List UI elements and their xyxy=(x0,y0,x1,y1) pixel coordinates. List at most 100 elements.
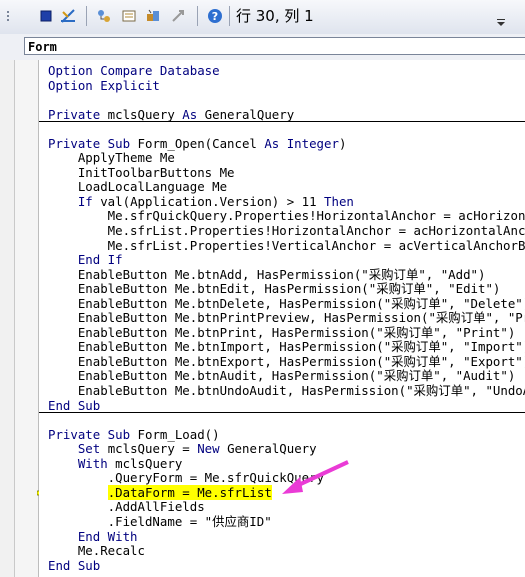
code-line[interactable]: Me.Recalc xyxy=(48,543,525,559)
toolbox-icon[interactable] xyxy=(170,8,186,24)
code-line[interactable]: EnableButton Me.btnImport, HasPermission… xyxy=(48,340,525,355)
stop-icon[interactable] xyxy=(38,8,54,24)
code-text: ) xyxy=(338,135,347,151)
toolbar: ? 行 30, 列 1 xyxy=(0,0,525,35)
code-text: GeneralQuery xyxy=(197,106,295,122)
code-line[interactable]: EnableButton Me.btnExport, HasPermission… xyxy=(48,353,525,370)
toolbar-separator xyxy=(197,6,198,26)
code-line[interactable]: EnableButton Me.btnAdd, HasPermission("采… xyxy=(48,266,525,283)
code-text: EnableButton Me.btnImport, HasPermission… xyxy=(48,339,525,355)
svg-text:?: ? xyxy=(212,10,218,23)
code-line[interactable]: End With xyxy=(48,528,525,545)
code-line[interactable]: End Sub xyxy=(48,557,525,574)
code-line[interactable]: .AddAllFields xyxy=(48,500,525,515)
code-keyword: End Sub xyxy=(48,557,101,573)
code-text: EnableButton Me.btnPrint, HasPermission(… xyxy=(48,324,516,340)
code-line[interactable]: EnableButton Me.btnEdit, HasPermission("… xyxy=(48,281,525,297)
code-line[interactable]: LoadLocalLanguage Me xyxy=(48,180,525,195)
code-keyword: End With xyxy=(77,528,138,544)
code-line[interactable]: InitToolbarButtons Me xyxy=(48,164,525,181)
code-text: Me.sfrList.Properties!HorizontalAnchor =… xyxy=(48,223,525,239)
code-line[interactable]: EnableButton Me.btnDelete, HasPermission… xyxy=(48,295,525,312)
code-text: .FieldName = "供应商ID" xyxy=(48,513,272,529)
code-keyword: As xyxy=(182,106,198,122)
code-line[interactable]: ApplyTheme Me xyxy=(48,151,525,166)
code-text: Form_Load() xyxy=(130,426,220,442)
code-text: EnableButton Me.btnAdd, HasPermission("采… xyxy=(48,266,486,282)
code-line[interactable] xyxy=(48,93,525,108)
code-text: .DataForm = Me.sfrList xyxy=(107,484,272,500)
margin-indicator-bar[interactable] xyxy=(15,60,49,577)
code-keyword: Option Compare Database xyxy=(48,63,220,78)
code-text: Me.sfrQuickQuery.Properties!HorizontalAn… xyxy=(107,208,525,224)
code-text: InitToolbarButtons Me xyxy=(48,164,235,180)
code-text: Me.Recalc xyxy=(48,543,145,559)
cursor-position-status: 行 30, 列 1 xyxy=(236,7,314,25)
code-keyword: End If xyxy=(77,252,123,268)
toolbar-options-dropdown[interactable] xyxy=(492,4,510,28)
object-combo[interactable]: Form xyxy=(24,37,525,55)
code-text: mclsQuery = xyxy=(100,441,198,457)
code-text: EnableButton Me.btnExport, HasPermission… xyxy=(48,353,525,369)
object-browser-icon[interactable] xyxy=(145,8,161,24)
code-line[interactable]: EnableButton Me.btnUndoAudit, HasPermiss… xyxy=(48,383,525,399)
code-text: Form_Open(Cancel xyxy=(130,135,265,151)
code-line[interactable]: .FieldName = "供应商ID" xyxy=(48,513,525,530)
toolbar-separator xyxy=(86,6,87,26)
code-line[interactable] xyxy=(48,122,525,137)
code-text: val(Application.Version) > 11 xyxy=(92,193,325,209)
code-line[interactable]: Me.sfrList.Properties!VerticalAnchor = a… xyxy=(48,237,525,254)
code-line[interactable]: If val(Application.Version) > 11 Then xyxy=(48,193,525,210)
code-line[interactable]: End Sub xyxy=(39,397,525,414)
code-keyword: With xyxy=(77,455,108,471)
code-keyword: If xyxy=(77,193,93,209)
help-icon[interactable]: ? xyxy=(207,8,223,24)
window-edge xyxy=(0,60,15,577)
code-line[interactable]: EnableButton Me.btnAudit, HasPermission(… xyxy=(48,369,525,384)
code-line[interactable]: Private mclsQuery As GeneralQuery xyxy=(39,106,525,123)
code-text: ApplyTheme Me xyxy=(48,150,175,166)
object-procedure-bar: Form xyxy=(0,34,525,61)
code-line[interactable]: Option Compare Database xyxy=(48,63,525,79)
code-keyword: End Sub xyxy=(48,397,101,413)
code-line[interactable]: Private Sub Form_Load() xyxy=(48,426,525,443)
code-text: mclsQuery xyxy=(100,106,183,122)
toolbar-grip-icon xyxy=(4,8,12,24)
code-keyword: Option Explicit xyxy=(48,77,160,93)
code-text: EnableButton Me.btnAudit, HasPermission(… xyxy=(48,368,516,384)
code-text: EnableButton Me.btnDelete, HasPermission… xyxy=(48,295,525,311)
code-keyword: Private Sub xyxy=(48,426,131,442)
properties-window-icon[interactable] xyxy=(121,8,137,24)
code-line[interactable]: Option Explicit xyxy=(48,77,525,94)
code-line[interactable]: End If xyxy=(48,252,525,268)
code-line[interactable]: Me.sfrQuickQuery.Properties!HorizontalAn… xyxy=(48,209,525,224)
toolbar-separator xyxy=(229,6,230,26)
code-keyword: Private Sub xyxy=(48,135,131,151)
code-line[interactable]: EnableButton Me.btnPrintPreview, HasPerm… xyxy=(48,311,525,326)
code-text: EnableButton Me.btnPrintPreview, HasPerm… xyxy=(48,310,525,326)
project-explorer-icon[interactable] xyxy=(96,8,112,24)
code-line[interactable]: Private Sub Form_Open(Cancel As Integer) xyxy=(48,135,525,152)
code-keyword: Then xyxy=(324,193,354,209)
code-text: Me.sfrList.Properties!VerticalAnchor = a… xyxy=(48,237,525,253)
code-text: mclsQuery xyxy=(107,455,183,471)
code-text: EnableButton Me.btnEdit, HasPermission("… xyxy=(48,281,501,297)
code-text: .AddAllFields xyxy=(48,499,205,515)
code-line[interactable]: Me.sfrList.Properties!HorizontalAnchor =… xyxy=(48,223,525,239)
code-line[interactable] xyxy=(48,413,525,428)
code-text: LoadLocalLanguage Me xyxy=(48,179,228,195)
annotation-arrow-icon xyxy=(282,460,349,494)
code-line[interactable]: EnableButton Me.btnPrint, HasPermission(… xyxy=(48,324,525,341)
design-mode-icon[interactable] xyxy=(60,8,76,24)
code-keyword: As Integer xyxy=(264,135,339,151)
code-keyword: Private xyxy=(48,106,101,122)
code-keyword: New xyxy=(197,441,220,457)
code-keyword: Set xyxy=(77,441,101,457)
code-text: EnableButton Me.btnUndoAudit, HasPermiss… xyxy=(48,383,525,399)
